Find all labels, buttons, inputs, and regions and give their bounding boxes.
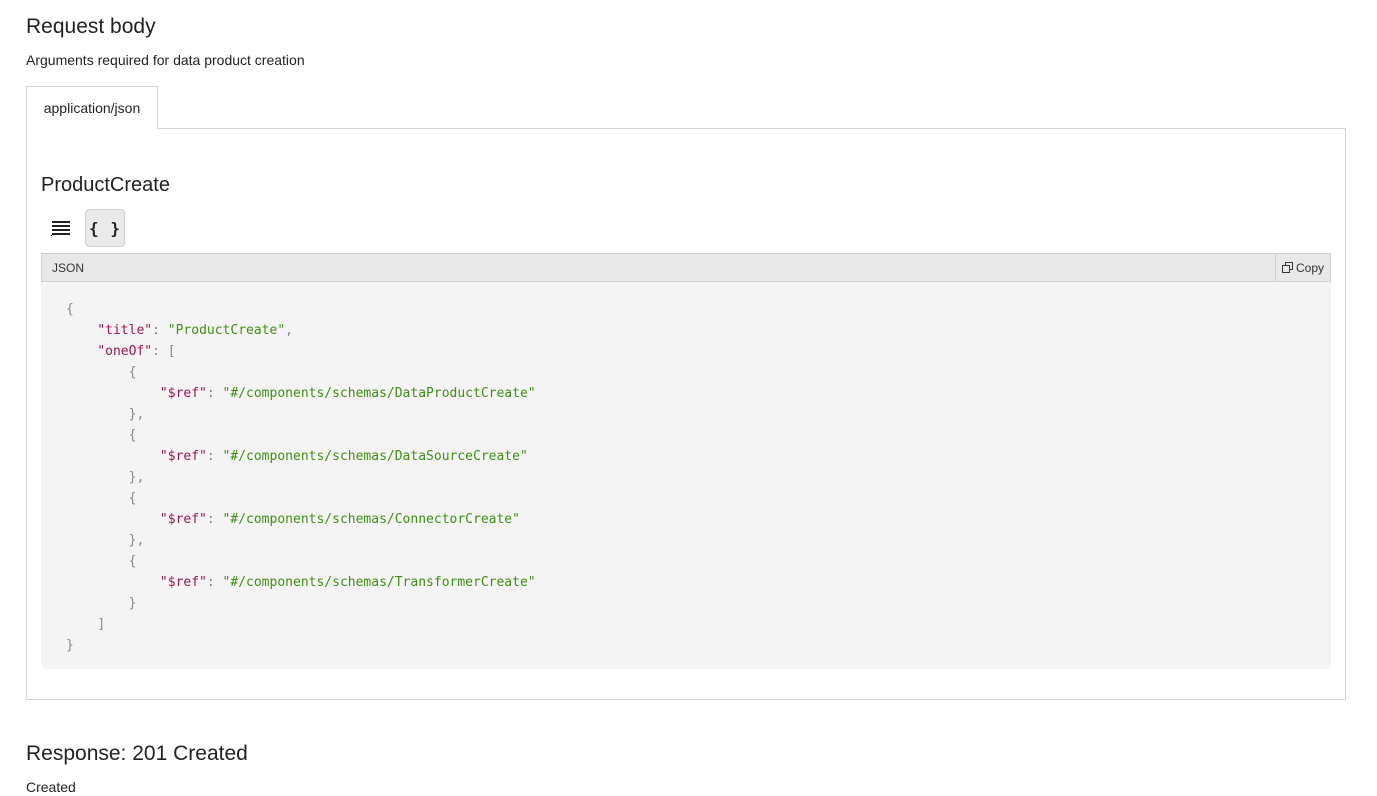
- view-mode-toggle: { }: [41, 209, 125, 247]
- json-key: "$ref": [159, 449, 207, 464]
- json-string: "#/components/schemas/DataProductCreate": [222, 386, 536, 401]
- code-line: "$ref": "#/components/schemas/Transforme…: [66, 572, 536, 593]
- json-punctuation: {: [128, 365, 137, 380]
- json-punctuation: ,: [285, 323, 293, 338]
- code-line: {: [66, 299, 536, 320]
- code-line: "title": "ProductCreate",: [66, 320, 536, 341]
- json-view-label: { }: [89, 218, 121, 238]
- api-doc-page: Request body Arguments required for data…: [0, 0, 1377, 796]
- json-punctuation: :: [206, 386, 223, 401]
- json-code: { "title": "ProductCreate", "oneOf": [ {…: [66, 299, 536, 656]
- code-line: },: [66, 530, 536, 551]
- code-line: {: [66, 551, 536, 572]
- response-heading: Response: 201 Created: [26, 742, 248, 765]
- json-key: "$ref": [159, 512, 207, 527]
- json-string: "#/components/schemas/TransformerCreate": [222, 575, 536, 590]
- code-line: {: [66, 425, 536, 446]
- copy-label: Copy: [1295, 260, 1324, 275]
- json-punctuation: :: [206, 575, 223, 590]
- json-punctuation: {: [128, 491, 137, 506]
- json-view-button[interactable]: { }: [85, 209, 125, 247]
- media-type-panel: ProductCreate { } JSON Copy {"title": "…: [26, 128, 1346, 700]
- json-punctuation: :: [206, 449, 223, 464]
- json-punctuation: }: [128, 596, 137, 611]
- response-description: Created: [26, 779, 76, 795]
- schema-title: ProductCreate: [41, 174, 170, 196]
- code-line: ]: [66, 614, 536, 635]
- code-line: }: [66, 593, 536, 614]
- code-language-label: JSON: [52, 261, 85, 275]
- code-line: {: [66, 488, 536, 509]
- json-key: "title": [97, 323, 153, 338]
- code-line: "$ref": "#/components/schemas/ConnectorC…: [66, 509, 536, 530]
- code-line: "oneOf": [: [66, 341, 536, 362]
- json-punctuation: },: [128, 533, 145, 548]
- json-punctuation: :: [152, 323, 168, 338]
- json-key: "$ref": [159, 386, 207, 401]
- json-string: "#/components/schemas/ConnectorCreate": [222, 512, 520, 527]
- request-body-heading: Request body: [26, 15, 156, 38]
- code-block-body: { "title": "ProductCreate", "oneOf": [ {…: [41, 282, 1331, 669]
- code-line: "$ref": "#/components/schemas/DataProduc…: [66, 383, 536, 404]
- json-string: "ProductCreate": [167, 323, 286, 338]
- tab-application-json[interactable]: application/json: [26, 86, 158, 129]
- code-line: },: [66, 404, 536, 425]
- json-string: "#/components/schemas/DataSourceCreate": [222, 449, 528, 464]
- json-punctuation: },: [128, 470, 145, 485]
- json-punctuation: :: [206, 512, 223, 527]
- json-key: "$ref": [159, 575, 207, 590]
- json-punctuation: {: [66, 302, 74, 317]
- code-block-header: JSON Copy: [41, 253, 1331, 282]
- json-punctuation: : [: [152, 344, 176, 359]
- json-punctuation: }: [66, 638, 74, 653]
- json-punctuation: {: [128, 428, 137, 443]
- list-view-icon: [51, 221, 70, 236]
- json-punctuation: {: [128, 554, 137, 569]
- copy-button[interactable]: Copy: [1275, 254, 1330, 281]
- tab-label: application/json: [43, 100, 141, 116]
- code-line: "$ref": "#/components/schemas/DataSource…: [66, 446, 536, 467]
- code-line: {: [66, 362, 536, 383]
- list-view-button[interactable]: [41, 209, 81, 247]
- json-punctuation: },: [128, 407, 145, 422]
- code-line: },: [66, 467, 536, 488]
- json-key: "oneOf": [97, 344, 153, 359]
- json-punctuation: ]: [97, 617, 106, 632]
- code-line: }: [66, 635, 536, 656]
- copy-icon: [1281, 262, 1293, 273]
- request-body-description: Arguments required for data product crea…: [26, 52, 305, 68]
